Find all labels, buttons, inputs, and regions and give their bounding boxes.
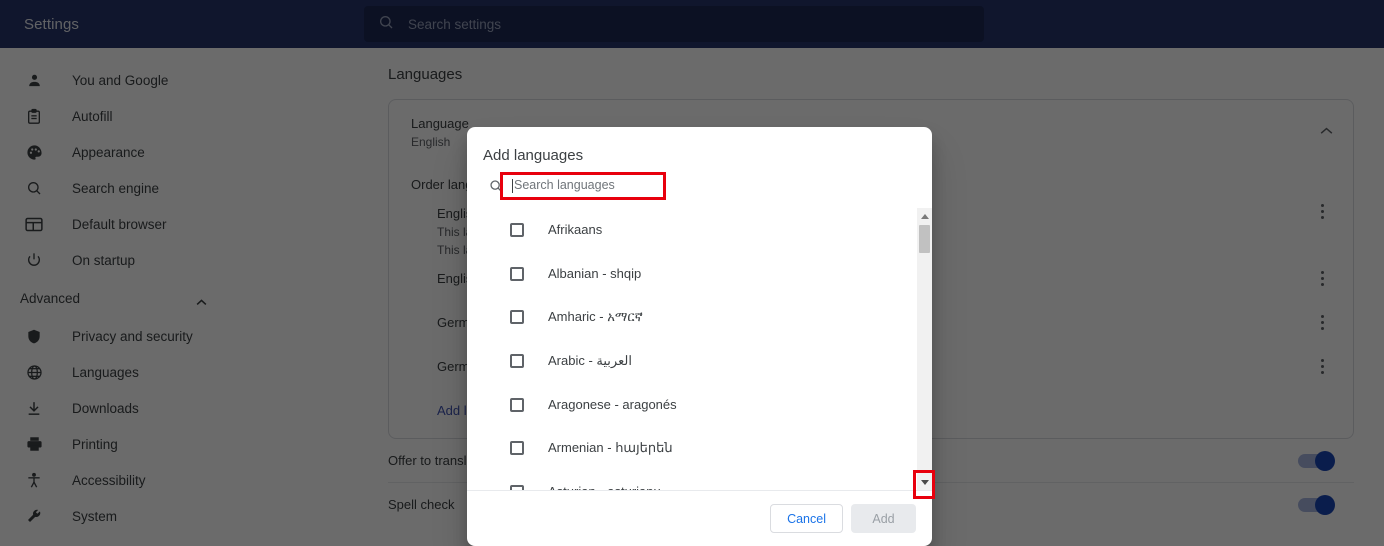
checkbox[interactable] <box>510 353 524 368</box>
scroll-up-arrow-icon[interactable] <box>917 208 932 224</box>
list-item[interactable]: Arabic - العربية <box>467 339 917 383</box>
checkbox[interactable] <box>510 310 524 325</box>
add-button[interactable]: Add <box>851 504 916 533</box>
text-cursor <box>512 179 513 193</box>
list-item[interactable]: Armenian - հայերեն <box>467 426 917 470</box>
search-languages-placeholder: Search languages <box>514 178 615 192</box>
list-item-label: Asturian - asturianu <box>548 484 661 490</box>
dialog-actions: Cancel Add <box>467 490 932 546</box>
dialog-title: Add languages <box>483 147 584 164</box>
scrollbar-thumb[interactable] <box>919 225 930 253</box>
checkbox[interactable] <box>510 222 524 237</box>
add-languages-dialog: Add languages Search languages Afrikaans… <box>467 127 932 546</box>
input-underline <box>511 197 661 199</box>
list-item-label: Albanian - shqip <box>548 266 642 282</box>
checkbox[interactable] <box>510 484 524 490</box>
list-item-label: Afrikaans <box>548 222 603 238</box>
languages-list: Afrikaans Albanian - shqip Amharic - አማር… <box>467 208 917 490</box>
cancel-button[interactable]: Cancel <box>770 504 843 533</box>
dialog-search-row: Search languages <box>467 174 932 200</box>
list-item-label: Arabic - العربية <box>548 352 632 368</box>
search-languages-input[interactable]: Search languages <box>511 176 667 200</box>
checkbox[interactable] <box>510 266 524 281</box>
search-icon <box>489 179 503 198</box>
list-item[interactable]: Amharic - አማርኛ <box>467 295 917 339</box>
checkbox[interactable] <box>510 441 524 456</box>
languages-list-wrap: Afrikaans Albanian - shqip Amharic - አማር… <box>467 208 932 490</box>
list-item[interactable]: Aragonese - aragonés <box>467 383 917 427</box>
list-item[interactable]: Asturian - asturianu <box>467 470 917 490</box>
scroll-down-arrow-icon[interactable] <box>917 474 932 490</box>
list-item-label: Armenian - հայերեն <box>548 440 673 456</box>
list-item-label: Amharic - አማርኛ <box>548 309 643 325</box>
list-item-label: Aragonese - aragonés <box>548 397 677 413</box>
checkbox[interactable] <box>510 397 524 412</box>
list-scrollbar[interactable] <box>917 208 932 490</box>
list-item[interactable]: Albanian - shqip <box>467 252 917 296</box>
list-item[interactable]: Afrikaans <box>467 208 917 252</box>
